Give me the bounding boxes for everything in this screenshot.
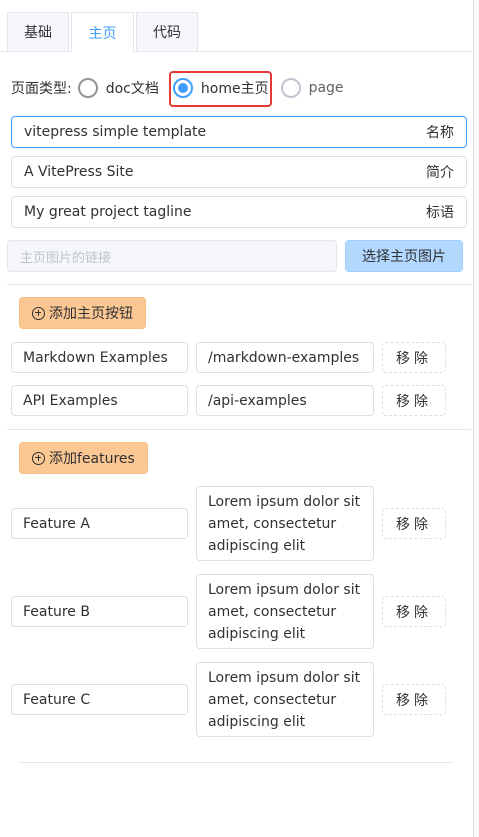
- page-type-group: 页面类型: doc文档 home主页 page: [11, 72, 352, 104]
- scrollbar-track[interactable]: [473, 0, 479, 837]
- tagline-suffix: 标语: [426, 205, 454, 221]
- add-action-label: 添加主页按钮: [49, 306, 133, 322]
- remove-button[interactable]: 移除: [382, 596, 446, 627]
- description-value[interactable]: A VitePress Site: [24, 164, 426, 180]
- feature-title-input[interactable]: Feature C: [11, 684, 188, 715]
- remove-button[interactable]: 移除: [382, 342, 446, 373]
- feature-details-textarea[interactable]: Lorem ipsum dolor sit amet, consectetur …: [196, 486, 374, 561]
- remove-button[interactable]: 移除: [382, 684, 446, 715]
- tagline-field[interactable]: My great project tagline 标语: [11, 196, 467, 228]
- plus-circle-icon: [32, 306, 45, 320]
- feature-title-input[interactable]: Feature A: [11, 508, 188, 539]
- select-hero-image-button[interactable]: 选择主页图片: [345, 240, 463, 272]
- remove-button[interactable]: 移除: [382, 385, 446, 416]
- feature-details-textarea[interactable]: Lorem ipsum dolor sit amet, consectetur …: [196, 574, 374, 649]
- divider: [7, 284, 471, 285]
- radio-page-icon[interactable]: [280, 78, 301, 98]
- radio-doc[interactable]: doc文档: [77, 78, 159, 98]
- action-link-input[interactable]: /markdown-examples: [196, 342, 374, 373]
- action-text-input[interactable]: Markdown Examples: [11, 342, 188, 373]
- add-feature-label: 添加features: [49, 451, 135, 467]
- radio-page[interactable]: page: [280, 78, 344, 98]
- radio-doc-icon[interactable]: [77, 78, 98, 98]
- description-suffix: 简介: [426, 165, 454, 181]
- hero-image-input[interactable]: 主页图片的链接: [7, 240, 337, 272]
- tab-code[interactable]: 代码: [136, 12, 198, 52]
- plus-circle-icon: [32, 451, 45, 465]
- radio-home[interactable]: home主页: [172, 78, 269, 98]
- radio-home-label: home主页: [200, 81, 269, 97]
- radio-doc-label: doc文档: [105, 81, 159, 97]
- divider: [7, 429, 471, 430]
- description-field[interactable]: A VitePress Site 简介: [11, 156, 467, 188]
- action-link-input[interactable]: /api-examples: [196, 385, 374, 416]
- radio-page-label: page: [308, 80, 344, 96]
- tab-basic[interactable]: 基础: [7, 12, 69, 52]
- add-action-button[interactable]: 添加主页按钮: [19, 297, 146, 329]
- name-suffix: 名称: [426, 125, 454, 141]
- tagline-value[interactable]: My great project tagline: [24, 204, 426, 220]
- feature-details-textarea[interactable]: Lorem ipsum dolor sit amet, consectetur …: [196, 662, 374, 737]
- divider: [18, 762, 454, 763]
- action-text-input[interactable]: API Examples: [11, 385, 188, 416]
- tab-bar: 基础 主页 代码: [0, 0, 473, 53]
- page-type-label: 页面类型:: [11, 81, 72, 97]
- add-feature-button[interactable]: 添加features: [19, 442, 148, 474]
- feature-title-input[interactable]: Feature B: [11, 596, 188, 627]
- remove-button[interactable]: 移除: [382, 508, 446, 539]
- name-value[interactable]: vitepress simple template: [24, 124, 426, 140]
- tab-home[interactable]: 主页: [71, 12, 134, 53]
- radio-home-icon[interactable]: [172, 78, 193, 98]
- name-field[interactable]: vitepress simple template 名称: [11, 116, 467, 148]
